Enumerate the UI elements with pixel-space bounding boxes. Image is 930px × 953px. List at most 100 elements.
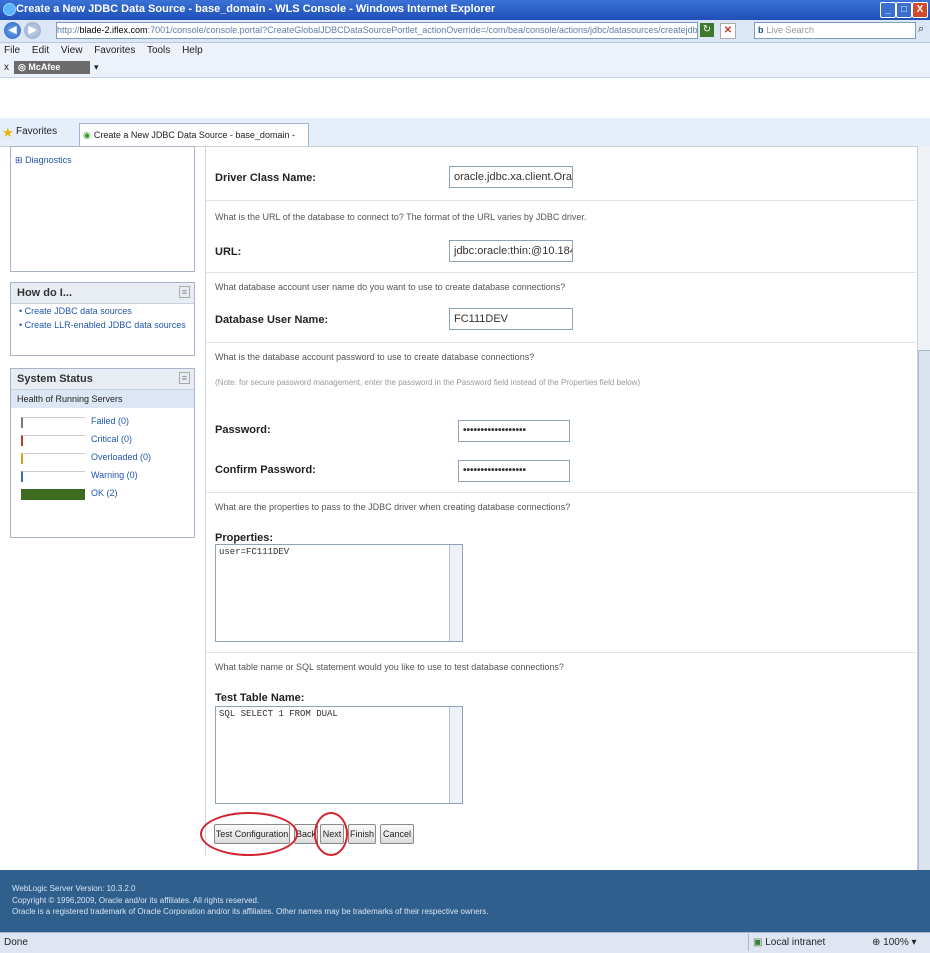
address-bar[interactable]: http://blade-2.iflex.com:7001/console/co…: [56, 22, 698, 39]
highlight-circle: [314, 812, 348, 856]
password-field[interactable]: ••••••••••••••••••: [458, 420, 570, 442]
status-bar: [21, 453, 85, 464]
browser-tab[interactable]: ◉ Create a New JDBC Data Source - base_do…: [79, 123, 309, 162]
status-row-warning: Warning (0): [11, 468, 194, 486]
back-nav-button[interactable]: ◀: [4, 22, 21, 39]
url-field[interactable]: jdbc:oracle:thin:@10.184: [449, 240, 573, 262]
live-search-input[interactable]: b Live Search: [754, 22, 916, 39]
mcafee-button[interactable]: ◎ McAfee: [14, 61, 90, 74]
status-text: Done: [4, 937, 28, 948]
title-bar: Create a New JDBC Data Source - base_dom…: [0, 0, 930, 20]
tree-item-diagnostics[interactable]: ⊞ Diagnostics: [11, 147, 194, 174]
status-label[interactable]: OK (2): [91, 488, 118, 498]
zone-label: Local intranet: [765, 937, 826, 948]
status-row-overloaded: Overloaded (0): [11, 450, 194, 468]
close-window-button[interactable]: X: [912, 2, 928, 18]
status-label[interactable]: Warning (0): [91, 470, 138, 480]
status-bar: [21, 471, 85, 482]
divider: [206, 200, 916, 201]
address-path: :7001/console/console.portal?CreateGloba…: [147, 25, 698, 35]
textarea-scrollbar[interactable]: [449, 545, 462, 641]
system-status-title: System Status: [17, 373, 93, 385]
menu-favorites[interactable]: Favorites: [94, 45, 135, 56]
menu-file[interactable]: File: [4, 45, 20, 56]
link-label: Create LLR-enabled JDBC data sources: [24, 320, 186, 330]
finish-button[interactable]: Finish: [348, 824, 376, 844]
how-do-i-title: How do I...: [17, 287, 72, 299]
address-host: blade-2.iflex.com: [79, 25, 148, 35]
password-note: (Note: for secure password management, e…: [215, 378, 641, 387]
zoom-level: 100%: [883, 937, 909, 948]
tab-page-icon: ◉: [83, 130, 91, 140]
test-table-textarea[interactable]: SQL SELECT 1 FROM DUAL: [215, 706, 463, 804]
footer-version: WebLogic Server Version: 10.3.2.0: [12, 884, 136, 893]
expand-icon[interactable]: ⊞: [15, 155, 23, 165]
zoom-icon: ⊕: [872, 937, 881, 948]
link-create-llr-jdbc-data-sources[interactable]: • Create LLR-enabled JDBC data sources: [11, 318, 194, 332]
security-zone[interactable]: ▣ Local intranet: [748, 934, 865, 951]
search-go-icon[interactable]: ⌕: [918, 23, 924, 36]
url-question: What is the URL of the database to conne…: [215, 212, 587, 222]
collapse-icon[interactable]: ≡: [178, 372, 190, 384]
menu-edit[interactable]: Edit: [32, 45, 49, 56]
menu-help[interactable]: Help: [182, 45, 203, 56]
database-user-label: Database User Name:: [215, 314, 329, 326]
mcafee-label: McAfee: [28, 62, 61, 72]
footer: WebLogic Server Version: 10.3.2.0 Copyri…: [0, 870, 930, 932]
zoom-control[interactable]: ⊕ 100% ▾: [872, 937, 917, 948]
page-scrollbar-thumb[interactable]: [918, 350, 930, 872]
favorites-label[interactable]: Favorites: [16, 126, 57, 137]
favorites-star-icon: ★: [2, 125, 14, 140]
menu-tools[interactable]: Tools: [147, 45, 170, 56]
status-bar: Done ▣ Local intranet ⊕ 100% ▾: [0, 932, 930, 953]
menu-view[interactable]: View: [61, 45, 83, 56]
stop-button[interactable]: ✕: [720, 23, 736, 39]
cancel-button[interactable]: Cancel: [380, 824, 414, 844]
toolbar-close-icon[interactable]: x: [4, 62, 9, 73]
status-label[interactable]: Critical (0): [91, 434, 132, 444]
link-label: Create JDBC data sources: [24, 306, 132, 316]
address-row: ◀ ▶ http://blade-2.iflex.com:7001/consol…: [0, 20, 930, 43]
intranet-icon: ▣: [753, 937, 763, 948]
refresh-button[interactable]: ↻: [700, 23, 714, 37]
status-label[interactable]: Failed (0): [91, 416, 129, 426]
test-table-value: SQL SELECT 1 FROM DUAL: [219, 709, 338, 719]
status-row-critical: Critical (0): [11, 432, 194, 450]
status-label[interactable]: Overloaded (0): [91, 452, 151, 462]
url-label: URL:: [215, 246, 242, 258]
textarea-scrollbar[interactable]: [449, 707, 462, 803]
footer-trademark: Oracle is a registered trademark of Orac…: [12, 907, 489, 916]
test-table-question: What table name or SQL statement would y…: [215, 662, 564, 672]
properties-value: user=FC111DEV: [219, 547, 290, 557]
confirm-password-field[interactable]: ••••••••••••••••••: [458, 460, 570, 482]
divider: [206, 492, 916, 493]
mcafee-dropdown-icon[interactable]: ▾: [94, 62, 99, 73]
live-search-icon: b: [758, 25, 764, 35]
highlight-circle: [200, 812, 298, 856]
status-bar-filled: [21, 489, 85, 500]
system-status-header: System Status ≡: [11, 369, 194, 390]
driver-class-label: Driver Class Name:: [215, 172, 316, 184]
user-question: What database account user name do you w…: [215, 282, 566, 292]
how-do-i-panel: How do I... ≡ • Create JDBC data sources…: [10, 282, 195, 356]
confirm-password-label: Confirm Password:: [215, 464, 316, 476]
forward-nav-button[interactable]: ▶: [24, 22, 41, 39]
divider: [206, 342, 916, 343]
ie-logo-icon: [3, 3, 16, 16]
favorites-bar: ★ Favorites ◉ Create a New JDBC Data Sour…: [0, 118, 930, 162]
test-table-label: Test Table Name:: [215, 692, 305, 704]
driver-class-field[interactable]: oracle.jdbc.xa.client.Oracl: [449, 166, 573, 188]
diagnostics-label: Diagnostics: [25, 155, 72, 165]
maximize-button[interactable]: □: [896, 2, 912, 18]
address-prefix: http://: [57, 25, 80, 35]
collapse-icon[interactable]: ≡: [178, 286, 190, 298]
tree-panel: ⊞ Diagnostics: [10, 146, 195, 272]
properties-textarea[interactable]: user=FC111DEV: [215, 544, 463, 642]
link-create-jdbc-data-sources[interactable]: • Create JDBC data sources: [11, 304, 194, 318]
status-row-ok: OK (2): [11, 486, 194, 504]
database-user-field[interactable]: FC111DEV: [449, 308, 573, 330]
mcafee-toolbar: x ◎ McAfee ▾: [0, 59, 930, 78]
how-do-i-header: How do I... ≡: [11, 283, 194, 304]
menu-bar: File Edit View Favorites Tools Help: [0, 43, 930, 59]
minimize-button[interactable]: _: [880, 2, 896, 18]
